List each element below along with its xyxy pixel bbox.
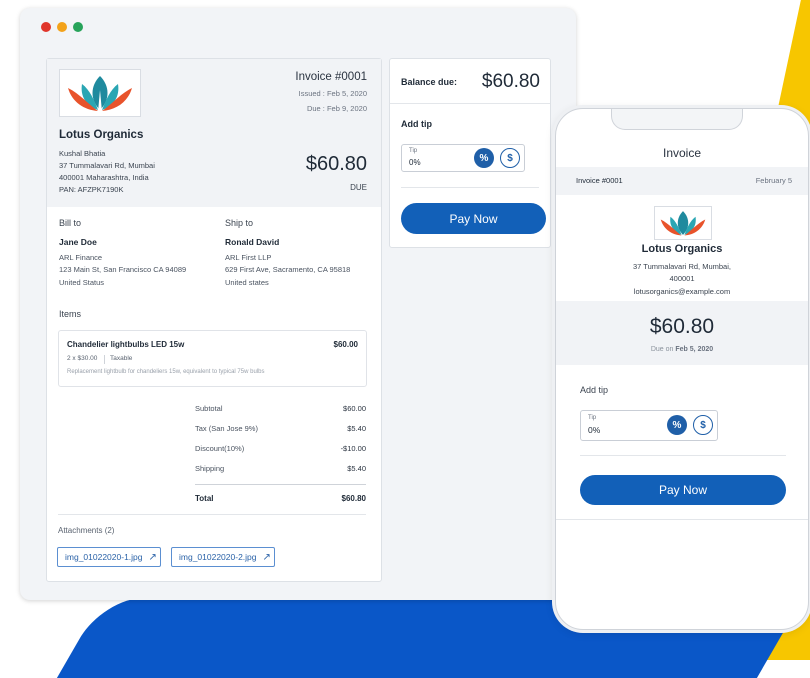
ship-to-line-1: ARL First LLP: [225, 253, 272, 262]
phone-address-2: 400001: [669, 274, 695, 283]
maximize-window-dot[interactable]: [73, 22, 83, 32]
phone-email: lotusorganics@example.com: [633, 287, 731, 296]
invoice-header: Invoice #0001 Issued : Feb 5, 2020 Due :…: [47, 59, 381, 207]
bill-to-line-1: ARL Finance: [59, 253, 103, 262]
summary-divider: [390, 103, 550, 104]
phone-invoice-date: February 5: [755, 176, 792, 185]
phone-tip-divider: [580, 455, 786, 456]
bill-to-label: Bill to: [59, 218, 82, 228]
payment-summary-card: Balance due: $60.80 Add tip Tip 0% % $ P…: [389, 58, 551, 248]
dollar-toggle[interactable]: $: [500, 148, 520, 168]
subtotal-label: Subtotal: [195, 404, 223, 413]
bill-to-line-2: 123 Main St, San Francisco CA 94089: [59, 265, 187, 274]
item-taxable: Taxable: [110, 355, 133, 362]
discount-value: -$10.00: [340, 444, 366, 453]
totals-divider: [195, 484, 366, 485]
item-name: Chandelier lightbulbs LED 15w: [67, 340, 185, 349]
line-item[interactable]: Chandelier lightbulbs LED 15w $60.00 2 x…: [58, 330, 367, 387]
bill-to-name: Jane Doe: [59, 237, 97, 247]
due-date: Due : Feb 9, 2020: [306, 104, 367, 113]
bill-to-line-3: United Status: [59, 278, 105, 287]
phone-pay-now-button[interactable]: Pay Now: [580, 475, 786, 505]
tip-value: 0%: [409, 158, 421, 167]
attachment-name-2: img_01022020-2.jpg: [179, 552, 257, 562]
ship-to-label: Ship to: [225, 218, 254, 228]
ship-to-line-2: 629 First Ave, Sacramento, CA 95818: [225, 265, 351, 274]
items-label: Items: [59, 309, 82, 319]
add-tip-label: Add tip: [401, 119, 432, 129]
balance-due-amount: $60.80: [481, 71, 540, 92]
item-qty: 2 x $30.00: [67, 355, 98, 362]
attachments-divider: [58, 514, 366, 515]
phone-company-name: Lotus Organics: [641, 243, 723, 255]
phone-tip-value: 0%: [588, 425, 601, 435]
phone-notch: [611, 109, 743, 130]
phone-percent-toggle[interactable]: %: [667, 415, 687, 435]
phone-footer-divider: [556, 519, 808, 520]
company-logo: [59, 69, 141, 117]
item-description: Replacement lightbulb for chandeliers 15…: [67, 369, 265, 375]
phone-title: Invoice: [662, 146, 702, 160]
shipping-value: $5.40: [347, 464, 366, 473]
phone-due-date: Feb 5, 2020: [675, 346, 714, 353]
external-link-icon: ↗: [262, 551, 271, 563]
due-label: DUE: [350, 183, 367, 192]
phone-mockup: Invoice Invoice #0001 February 5 Lotus O…: [555, 108, 809, 630]
phone-invoice-bar: Invoice #0001 February 5: [556, 167, 808, 195]
discount-label: Discount(10%): [195, 444, 245, 453]
attachment-link-2[interactable]: img_01022020-2.jpg ↗: [171, 547, 275, 567]
phone-due-note: Due on Feb 5, 2020: [556, 346, 808, 353]
total-label: Total: [195, 494, 214, 503]
amount-due: $60.80: [305, 153, 367, 175]
total-value: $60.80: [341, 494, 366, 503]
tax-value: $5.40: [347, 424, 366, 433]
external-link-icon: ↗: [148, 551, 157, 563]
tip-divider: [401, 187, 539, 188]
ship-to-line-3: United states: [225, 278, 269, 287]
attachment-name-1: img_01022020-1.jpg: [65, 552, 143, 562]
phone-due-prefix: Due on: [650, 346, 676, 353]
attachments-label: Attachments (2): [58, 526, 115, 535]
sender-line-2: 37 Tummalavari Rd, Mumbai: [59, 161, 155, 170]
sender-line-1: Kushal Bhatia: [59, 149, 106, 158]
shipping-label: Shipping: [195, 464, 225, 473]
phone-amount: $60.80: [649, 315, 715, 338]
tip-field[interactable]: Tip 0% % $: [401, 144, 525, 172]
sender-line-4: PAN: AFZPK7190K: [59, 185, 124, 194]
close-window-dot[interactable]: [41, 22, 51, 32]
issued-date: Issued : Feb 5, 2020: [298, 89, 367, 98]
item-divider: [104, 355, 105, 364]
invoice-card: Invoice #0001 Issued : Feb 5, 2020 Due :…: [46, 58, 382, 582]
phone-tip-label: Tip: [588, 415, 597, 421]
phone-invoice-number: Invoice #0001: [576, 176, 623, 185]
subtotal-value: $60.00: [343, 404, 366, 413]
phone-add-tip-label: Add tip: [580, 385, 609, 395]
phone-company-logo: [654, 206, 712, 240]
phone-address-1: 37 Tummalavari Rd, Mumbai,: [633, 262, 731, 271]
phone-dollar-toggle[interactable]: $: [693, 415, 713, 435]
phone-amount-panel: $60.80 Due on Feb 5, 2020: [556, 301, 808, 365]
invoice-number: Invoice #0001: [295, 71, 367, 83]
item-price: $60.00: [333, 340, 358, 349]
tax-label: Tax (San Jose 9%): [195, 424, 258, 433]
attachment-link-1[interactable]: img_01022020-1.jpg ↗: [57, 547, 161, 567]
phone-tip-field[interactable]: Tip 0% % $: [580, 410, 718, 441]
balance-due-label: Balance due:: [401, 77, 458, 87]
sender-line-3: 400001 Maharashtra, India: [59, 173, 149, 182]
minimize-window-dot[interactable]: [57, 22, 67, 32]
percent-toggle[interactable]: %: [474, 148, 494, 168]
pay-now-button[interactable]: Pay Now: [401, 203, 546, 234]
tip-label: Tip: [409, 148, 418, 154]
company-name: Lotus Organics: [59, 129, 144, 141]
ship-to-name: Ronald David: [225, 237, 280, 247]
